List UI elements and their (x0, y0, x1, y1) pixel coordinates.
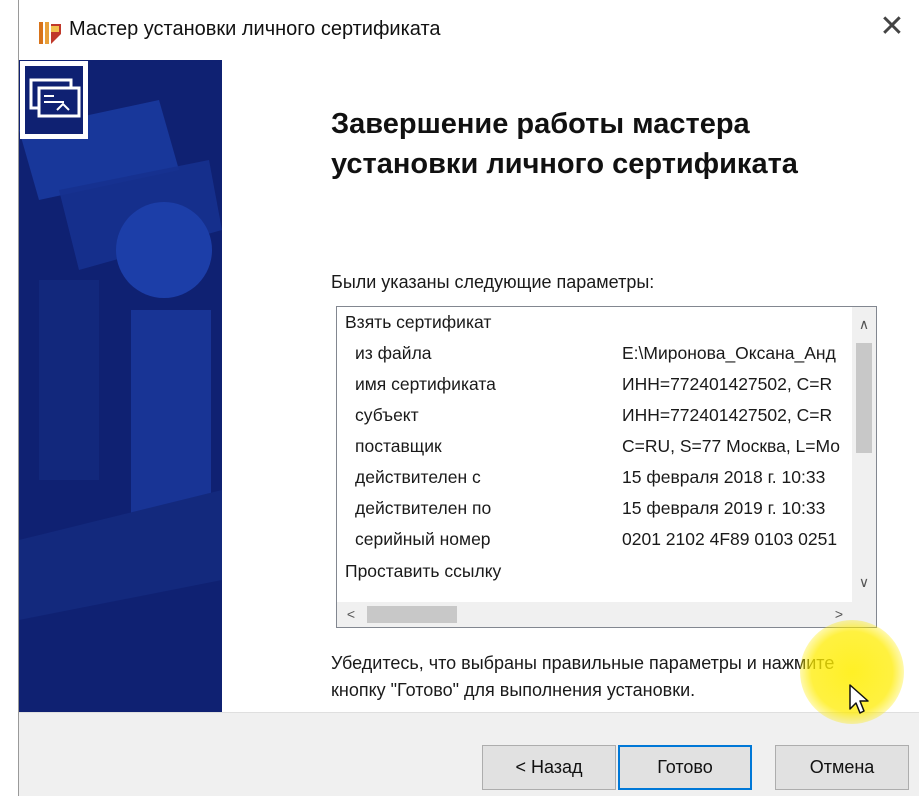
list-item[interactable]: действителен с 15 февраля 2018 г. 10:33 (337, 462, 853, 492)
param-key: серийный номер (355, 529, 491, 549)
finish-button[interactable]: Готово (618, 745, 752, 790)
param-key: имя сертификата (355, 374, 496, 394)
param-value: 0201 2102 4F89 0103 0251 (622, 529, 838, 549)
list-item[interactable]: поставщик C=RU, S=77 Москва, L=Мо (337, 431, 853, 461)
scroll-down-icon[interactable]: ∨ (852, 569, 876, 595)
instruction-text: Убедитесь, что выбраны правильные параме… (331, 653, 835, 700)
param-value: ИНН=772401427502, C=R (622, 405, 833, 425)
vertical-scroll-thumb[interactable] (856, 343, 872, 453)
horizontal-scrollbar[interactable]: < > (337, 602, 876, 627)
scroll-up-icon[interactable]: ∧ (852, 311, 876, 337)
param-key: из файла (355, 343, 432, 363)
param-key: поставщик (355, 436, 442, 456)
list-item[interactable]: Проставить ссылку (337, 556, 853, 586)
scroll-left-icon[interactable]: < (339, 602, 363, 627)
cancel-button[interactable]: Отмена (775, 745, 909, 790)
back-button[interactable]: < Назад (482, 745, 616, 790)
certificate-icon (20, 61, 88, 139)
close-button[interactable]: ✕ (874, 10, 910, 46)
list-item[interactable]: серийный номер 0201 2102 4F89 0103 0251 (337, 524, 853, 554)
params-listbox[interactable]: Взять сертификат из файла E:\Миронова_Ок… (336, 306, 877, 628)
list-item[interactable]: действителен по 15 февраля 2019 г. 10:33 (337, 493, 853, 523)
wizard-window: Мастер установки личного сертификата ✕ З… (18, 0, 919, 796)
param-value: ИНН=772401427502, C=R (622, 374, 833, 394)
param-key: действителен по (355, 498, 492, 518)
window-title: Мастер установки личного сертификата (69, 18, 441, 40)
title-bar: Мастер установки личного сертификата ✕ (19, 0, 919, 60)
list-item[interactable]: имя сертификата ИНН=772401427502, C=R (337, 369, 853, 399)
param-key: Взять сертификат (345, 312, 492, 332)
params-list: Взять сертификат из файла E:\Миронова_Ок… (337, 307, 853, 603)
cryptopro-app-icon (39, 22, 61, 44)
param-key: действителен с (355, 467, 481, 487)
vertical-scrollbar[interactable]: ∧ ∨ (852, 307, 876, 603)
param-value: 15 февраля 2019 г. 10:33 (622, 498, 826, 518)
scrollbar-corner (852, 602, 876, 627)
page-title: Завершение работы мастера установки личн… (331, 108, 798, 180)
wizard-side-banner (19, 60, 222, 712)
horizontal-scroll-thumb[interactable] (367, 606, 457, 623)
wizard-content: Завершение работы мастера установки личн… (222, 60, 919, 712)
banner-decoration (19, 60, 222, 712)
list-item[interactable]: субъект ИНН=772401427502, C=R (337, 400, 853, 430)
param-value: C=RU, S=77 Москва, L=Мо (622, 436, 841, 456)
param-key: Проставить ссылку (345, 561, 502, 581)
list-item[interactable]: Взять сертификат (337, 307, 853, 337)
scroll-right-icon[interactable]: > (827, 602, 851, 627)
close-icon: ✕ (879, 10, 905, 43)
params-label: Были указаны следующие параметры: (331, 272, 655, 292)
param-value: 15 февраля 2018 г. 10:33 (622, 467, 826, 487)
button-bar: < Назад Готово Отмена (19, 712, 919, 796)
param-key: субъект (355, 405, 419, 425)
param-value: E:\Миронова_Оксана_Анд (622, 343, 836, 363)
list-item[interactable]: из файла E:\Миронова_Оксана_Анд (337, 338, 853, 368)
